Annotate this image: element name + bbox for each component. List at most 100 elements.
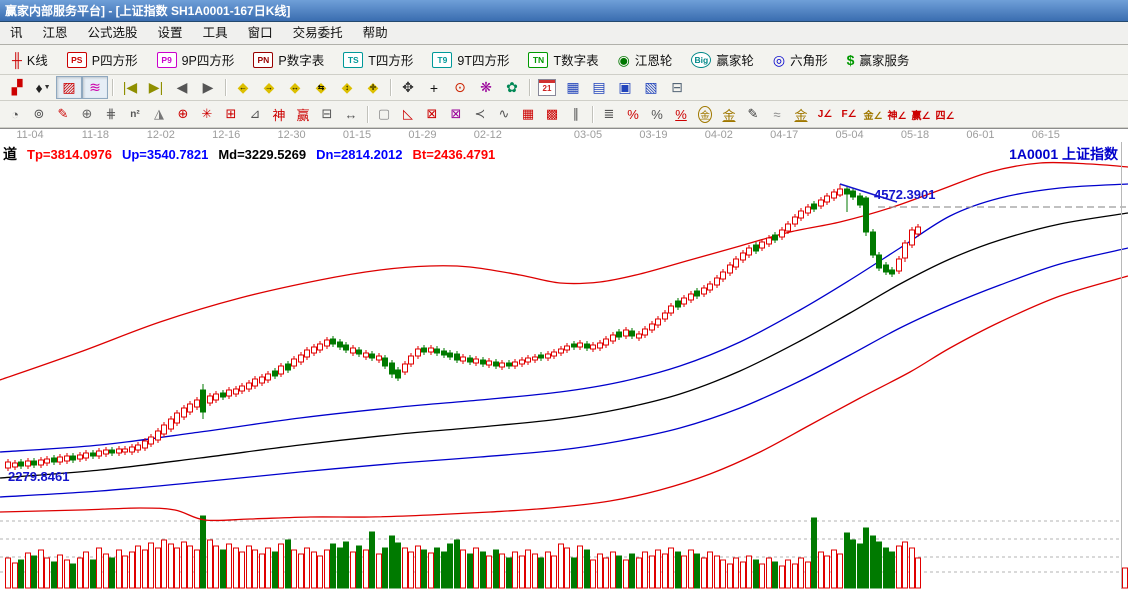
percent-retrace-icon[interactable]: % xyxy=(621,103,645,125)
ying-tool-icon[interactable]: 赢 xyxy=(291,103,315,125)
shift-left-icon[interactable]: ◆← xyxy=(230,76,256,99)
box-fan-icon[interactable]: ⊠ xyxy=(420,103,444,125)
cycle-tool-icon[interactable]: ✿ xyxy=(499,76,525,99)
pan-hand-icon[interactable]: ✥ xyxy=(395,76,421,99)
ruler-123-icon[interactable]: ⊟ xyxy=(315,103,339,125)
ray-lines-icon[interactable]: ≺ xyxy=(468,103,492,125)
parallel-lines-icon[interactable]: ∥ xyxy=(564,103,588,125)
f-angle-icon[interactable]: F∠ xyxy=(837,103,861,125)
width-measure-icon-glyph: ↔ xyxy=(345,107,358,122)
gann-wheel-small-icon[interactable]: ⊕ xyxy=(75,103,99,125)
menu-交易委托[interactable]: 交易委托 xyxy=(283,22,353,44)
compress-h-icon[interactable]: ◆⇆ xyxy=(308,76,334,99)
notes-icon[interactable]: ▤ xyxy=(586,76,612,99)
ying-angle-icon[interactable]: 赢∠ xyxy=(909,103,933,125)
candle-style-icon[interactable]: ♦▼ xyxy=(30,76,56,99)
first-bar-icon[interactable]: |◀ xyxy=(117,76,143,99)
angle-measure-icon[interactable]: ⊿ xyxy=(243,103,267,125)
last-bar-icon[interactable]: ▶| xyxy=(143,76,169,99)
grid-red-icon[interactable]: ▦ xyxy=(516,103,540,125)
gann-tool-icon[interactable]: ❋ xyxy=(473,76,499,99)
percent-icon[interactable]: % xyxy=(645,103,669,125)
menu-设置[interactable]: 设置 xyxy=(148,22,193,44)
indicator-dn: Dn=2814.2012 xyxy=(316,147,402,162)
candle-style-icon-caret: ▼ xyxy=(44,84,51,91)
ruler-ticks-icon[interactable]: ⋕ xyxy=(99,103,123,125)
calculator-icon-glyph: ▦ xyxy=(566,79,579,96)
price-scale-icon[interactable]: ≣ xyxy=(597,103,621,125)
menu-江恩[interactable]: 江恩 xyxy=(33,22,78,44)
winner-wheel-button[interactable]: Big赢家轮 xyxy=(683,47,762,72)
p-square-button[interactable]: PSP四方形 xyxy=(59,47,146,72)
crosshair-icon[interactable]: + xyxy=(421,76,447,99)
n2-icon[interactable]: n² xyxy=(123,103,147,125)
hexagon-button[interactable]: ◎六角形 xyxy=(765,47,836,72)
chart-area[interactable]: 道 Tp=3814.0976Up=3540.7821Md=3229.5269Dn… xyxy=(0,142,1128,589)
menu-帮助[interactable]: 帮助 xyxy=(353,22,398,44)
calendar-icon[interactable]: 21 xyxy=(534,76,560,99)
date-tick-06-15: 06-15 xyxy=(1032,129,1060,141)
menu-讯[interactable]: 讯 xyxy=(0,22,33,44)
width-measure-icon[interactable]: ↔ xyxy=(339,103,363,125)
9t-square-button[interactable]: T99T四方形 xyxy=(424,47,517,72)
pen-tool-icon[interactable]: ✎ xyxy=(741,103,765,125)
save-icon[interactable]: ▣ xyxy=(612,76,638,99)
9p-square-button[interactable]: P99P四方形 xyxy=(149,47,243,72)
window-title: 赢家内部服务平台] - [上证指数 SH1A0001-167日K线] xyxy=(5,2,290,19)
p-table-button[interactable]: PNP数字表 xyxy=(245,47,332,72)
wave-band-icon[interactable]: ≈ xyxy=(765,103,789,125)
kline-button[interactable]: ╫K线 xyxy=(4,47,56,72)
9t-square-button-icon: T9 xyxy=(432,52,452,68)
select-box-icon[interactable]: ▢ xyxy=(372,103,396,125)
j-angle-icon[interactable]: J∠ xyxy=(813,103,837,125)
t-table-button[interactable]: TNT数字表 xyxy=(520,47,606,72)
title-bar[interactable]: 赢家内部服务平台] - [上证指数 SH1A0001-167日K线] xyxy=(0,0,1128,22)
image-export-icon[interactable]: ▧ xyxy=(638,76,664,99)
expand-v-icon[interactable]: ◆↕ xyxy=(334,76,360,99)
mirror-icon[interactable]: ◮ xyxy=(147,103,171,125)
spiral-icon-glyph: ◔ xyxy=(11,107,19,122)
wave-icon[interactable]: ∿ xyxy=(492,103,516,125)
gold-section-icon[interactable]: 金 xyxy=(717,103,741,125)
percent-line-icon[interactable]: % xyxy=(669,103,693,125)
gann-star-icon[interactable]: ✳ xyxy=(195,103,219,125)
gann-wheel-button[interactable]: ◉江恩轮 xyxy=(610,47,681,72)
shift-right-icon[interactable]: ◆→ xyxy=(256,76,282,99)
peak-price-label: 4572.3901 xyxy=(874,187,935,202)
fan-lines-icon[interactable]: ◺ xyxy=(396,103,420,125)
zoom-icon[interactable]: ⊙ xyxy=(447,76,473,99)
toolbar-separator xyxy=(390,79,391,96)
box-fan-alt-icon[interactable]: ⊠ xyxy=(444,103,468,125)
next-bar-icon[interactable]: ▶ xyxy=(195,76,221,99)
gann-grid-icon[interactable]: ⊞ xyxy=(219,103,243,125)
si-angle-icon[interactable]: 四∠ xyxy=(933,103,957,125)
gann-circle-icon[interactable]: ⊕ xyxy=(171,103,195,125)
t-square-button[interactable]: TST四方形 xyxy=(335,47,421,72)
gold-circle-icon[interactable]: 金 xyxy=(693,103,717,125)
navigation-toolbar: ▞♦▼▨≋ |◀▶|◀▶ ◆←◆→◆↔◆⇆◆↕◆✛ ✥+⊙❋✿ 21 ▦ ▤▣▧⊟ xyxy=(0,75,1128,101)
shen-angle-icon[interactable]: 神∠ xyxy=(885,103,909,125)
expand-all-icon[interactable]: ◆✛ xyxy=(360,76,386,99)
shen-tool-icon[interactable]: 神 xyxy=(267,103,291,125)
grid-box-icon[interactable]: ▩ xyxy=(540,103,564,125)
coil-icon[interactable]: ⊚ xyxy=(27,103,51,125)
gold-circle-icon-glyph: 金 xyxy=(698,106,712,123)
gold-angle-icon[interactable]: 金∠ xyxy=(861,103,885,125)
prev-bar-icon[interactable]: ◀ xyxy=(169,76,195,99)
menu-窗口[interactable]: 窗口 xyxy=(238,22,283,44)
date-tick-01-29: 01-29 xyxy=(408,129,436,141)
spiral-icon[interactable]: ◔ xyxy=(3,103,27,125)
winner-service-button[interactable]: $赢家服务 xyxy=(839,47,918,72)
calculator-icon[interactable]: ▦ xyxy=(560,76,586,99)
expand-h-icon[interactable]: ◆↔ xyxy=(282,76,308,99)
menu-工具[interactable]: 工具 xyxy=(193,22,238,44)
menu-公式选股[interactable]: 公式选股 xyxy=(78,22,148,44)
indicator-view-icon[interactable]: ≋ xyxy=(82,76,108,99)
chart-type-icon[interactable]: ▞ xyxy=(4,76,30,99)
date-tick-02-12: 02-12 xyxy=(474,129,502,141)
chart-canvas[interactable] xyxy=(0,142,1128,589)
print-icon[interactable]: ⊟ xyxy=(664,76,690,99)
gold-underline-icon[interactable]: 金 xyxy=(789,103,813,125)
kline-view-icon[interactable]: ▨ xyxy=(56,76,82,99)
brush-icon[interactable]: ✎ xyxy=(51,103,75,125)
